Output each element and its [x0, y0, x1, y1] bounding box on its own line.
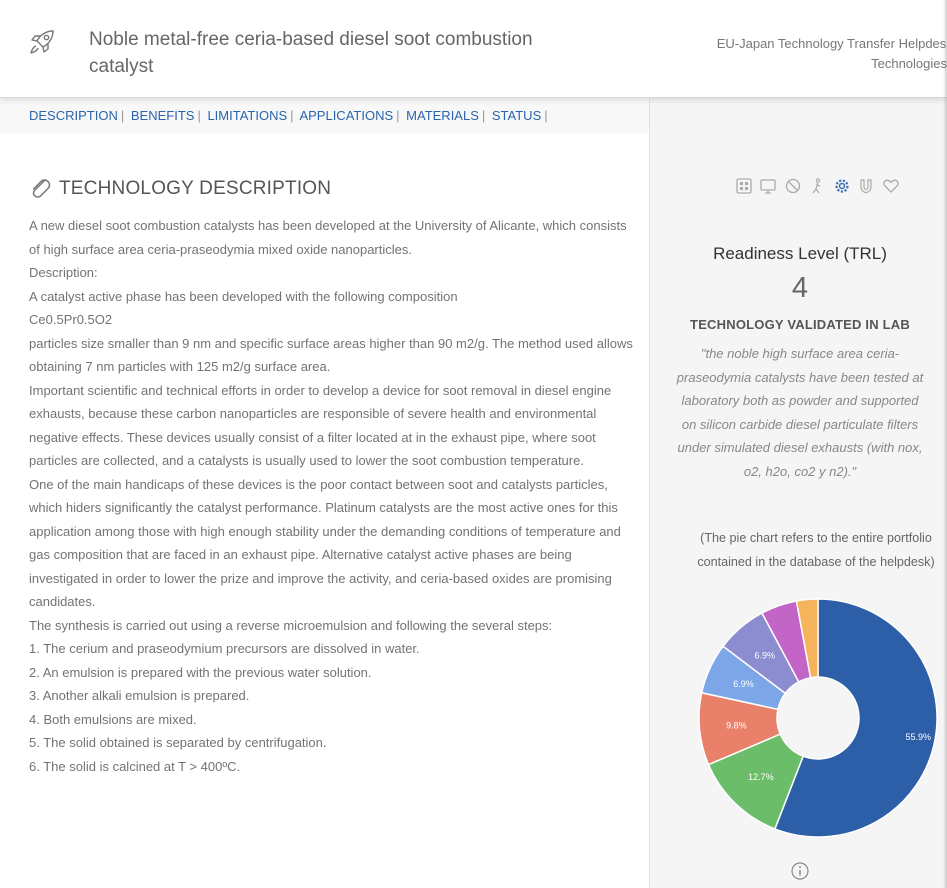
description-paragraph: The synthesis is carried out using a rev…	[29, 617, 553, 633]
synthesis-step: 5. The solid obtained is separated by ce…	[29, 735, 327, 750]
rocket-icon	[30, 30, 54, 54]
trl-title: Readiness Level (TRL)	[713, 244, 887, 263]
person-icon[interactable]	[808, 177, 826, 195]
synthesis-step: 6. The solid is calcined at T > 400ºC.	[29, 758, 241, 774]
section-title: TECHNOLOGY DESCRIPTION	[59, 178, 332, 199]
synthesis-step: 3. Another alkali emulsion is prepared.	[29, 688, 250, 703]
pie-slice-label: 55.9%	[905, 732, 931, 742]
nav-benefits[interactable]: BENEFITS	[131, 108, 195, 123]
window-edge-shadow	[943, 0, 947, 888]
magnet-icon[interactable]	[857, 177, 875, 195]
description-paragraph: particles size smaller than 9 nm and spe…	[29, 335, 633, 375]
trl-quote: "the noble high surface area ceria-prase…	[676, 346, 924, 479]
category-icons	[735, 177, 902, 197]
nav-separator: |	[396, 108, 400, 123]
description-paragraph: Description:	[29, 265, 98, 280]
description-paragraph: Ce0.5Pr0.5O2	[29, 312, 113, 327]
nav-separator: |	[544, 108, 548, 123]
synthesis-step: 4. Both emulsions are mixed.	[29, 711, 197, 727]
section-nav: DESCRIPTION | BENEFITS | LIMITATIONS | APPL…	[0, 98, 649, 134]
trl-sidebar: Readiness Level (TRL) 4 TECHNOLOGY VALID…	[649, 98, 947, 888]
description-paragraph: One of the main handicaps of these devic…	[29, 476, 621, 610]
technologies-link[interactable]: Technologies	[660, 54, 947, 74]
pie-slice-label: 6.9%	[754, 651, 775, 661]
trl-value: 4	[791, 272, 809, 304]
paperclip-icon	[32, 179, 51, 198]
pie-note-line: contained in the database of the helpdes…	[697, 554, 935, 569]
nav-separator: |	[481, 108, 486, 123]
trl-status: TECHNOLOGY VALIDATED IN LAB	[690, 317, 910, 332]
page-header: Noble metal-free ceria-based diesel soot…	[0, 0, 947, 98]
pie-slice-label: 12.7%	[748, 772, 774, 782]
grid-icon[interactable]	[735, 177, 753, 195]
nav-applications[interactable]: APPLICATIONS	[299, 108, 393, 123]
org-breadcrumb[interactable]: EU-Japan Technology Transfer Helpdesk / …	[660, 34, 947, 74]
description-paragraph: Important scientific and technical effor…	[29, 382, 612, 469]
nav-separator: |	[120, 108, 125, 123]
monitor-icon[interactable]	[759, 177, 777, 195]
heart-icon[interactable]	[882, 177, 900, 195]
synthesis-step: 1. The cerium and praseodymium precursor…	[29, 641, 420, 656]
pie-note-line: (The pie chart refers to the entire port…	[700, 531, 932, 545]
technology-title: Noble metal-free ceria-based diesel soot…	[89, 29, 533, 77]
nav-limitations[interactable]: LIMITATIONS	[207, 108, 287, 123]
main-content: TECHNOLOGY DESCRIPTION A new diesel soot…	[0, 134, 649, 888]
nav-status[interactable]: STATUS	[492, 108, 541, 123]
pie-slice-label: 6.9%	[733, 679, 754, 689]
info-icon[interactable]	[790, 861, 810, 881]
no-entry-icon[interactable]	[784, 177, 802, 195]
nav-description[interactable]: DESCRIPTION	[29, 108, 118, 123]
pie-note: (The pie chart refers to the entire port…	[666, 527, 947, 574]
nav-materials[interactable]: MATERIALS	[406, 108, 479, 123]
portfolio-pie-chart: 55.9% 12.7% 9.8% 6.9% 6.9%	[698, 598, 938, 838]
synthesis-step: 2. An emulsion is prepared with the prev…	[29, 664, 372, 680]
gear-icon[interactable]	[833, 177, 851, 195]
nav-separator: |	[290, 108, 294, 123]
org-name[interactable]: EU-Japan Technology Transfer Helpdesk /	[660, 34, 947, 54]
description-paragraph: A new diesel soot combustion catalysts h…	[29, 218, 627, 257]
description-body: A new diesel soot combustion catalysts h…	[29, 214, 639, 778]
pie-slice-label: 9.8%	[726, 721, 747, 731]
description-paragraph: A catalyst active phase has been develop…	[29, 288, 458, 304]
nav-separator: |	[197, 108, 201, 123]
